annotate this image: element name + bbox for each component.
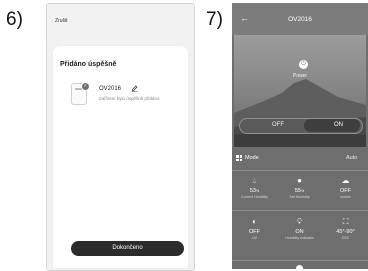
uv-value: OFF [249, 229, 260, 235]
target-drop-icon: ● [297, 176, 302, 185]
success-title: Přidáno úspěšně [60, 61, 117, 68]
device-title: OV2016 [288, 16, 312, 23]
mode-label: Mode [245, 155, 259, 161]
humidity-drop-icon: 💧︎ [252, 176, 257, 185]
toggle-on-option[interactable]: ON [334, 122, 343, 128]
power-label: Power [292, 73, 308, 79]
current-humidity-label: Current Humidity [241, 195, 268, 199]
step-label-6: 6) [6, 9, 23, 30]
oscillation-label: OSC [341, 236, 350, 240]
humidity-indicator-label: Humidity Indicator [285, 236, 314, 240]
more-controls-icon [296, 265, 303, 269]
top-bar [47, 4, 194, 42]
phone-screen-added: Zrušit Přidáno úspěšně ✓ OV2016 Zařízení… [46, 3, 195, 271]
set-humidity-tile[interactable]: ● 55% Set Humidity [277, 176, 322, 199]
toggle-off-option[interactable]: OFF [272, 122, 284, 128]
current-humidity-tile: 💧︎ 53% Current Humidity [232, 176, 277, 199]
humidity-indicator-tile[interactable]: 💡︎ ON Humidity Indicator [277, 217, 322, 240]
toggle-selected-indicator [304, 119, 360, 132]
oscillation-value: 45°-90° [336, 229, 355, 235]
divider [232, 210, 368, 211]
current-humidity-value: 53% [249, 188, 260, 194]
bulb-icon: 💡︎ [296, 217, 303, 226]
phone-screen-control: ← OV2016 ⏻ Power OFF ON Mode Auto 💧︎ 53%… [232, 3, 368, 269]
check-icon: ✓ [81, 82, 90, 91]
step-label-7: 7) [206, 9, 223, 30]
cancel-link[interactable]: Zrušit [55, 18, 68, 24]
device-status-text: Zařízení bylo úspěšně přidáno [99, 96, 160, 101]
grid-icon [236, 155, 242, 161]
oscillation-tile[interactable]: ⛶ 45°-90° OSC [323, 217, 368, 240]
mode-value: Auto [346, 155, 358, 161]
power-button-icon[interactable]: ⏻ [299, 60, 308, 69]
set-humidity-value: 55% [294, 188, 305, 194]
uv-label: UV [252, 236, 257, 240]
oscillation-icon: ⛶ [342, 217, 349, 226]
ionizer-leaf-icon: ☁ [341, 176, 350, 185]
ionizer-value: OFF [340, 188, 351, 194]
divider [232, 170, 368, 171]
uv-tile[interactable]: ◐ OFF UV [232, 217, 277, 240]
ionizer-tile[interactable]: ☁ OFF Ionizer [323, 176, 368, 199]
divider [232, 260, 368, 261]
ionizer-label: Ionizer [340, 195, 351, 199]
done-button[interactable]: Dokončeno [71, 241, 184, 256]
humidity-indicator-value: ON [295, 229, 304, 235]
set-humidity-label: Set Humidity [289, 195, 310, 199]
edit-pencil-icon[interactable] [131, 85, 138, 92]
device-name: OV2016 [99, 86, 122, 92]
success-sheet: Přidáno úspěšně ✓ OV2016 Zařízení bylo ú… [53, 46, 188, 268]
uv-icon: ◐ [252, 217, 257, 226]
